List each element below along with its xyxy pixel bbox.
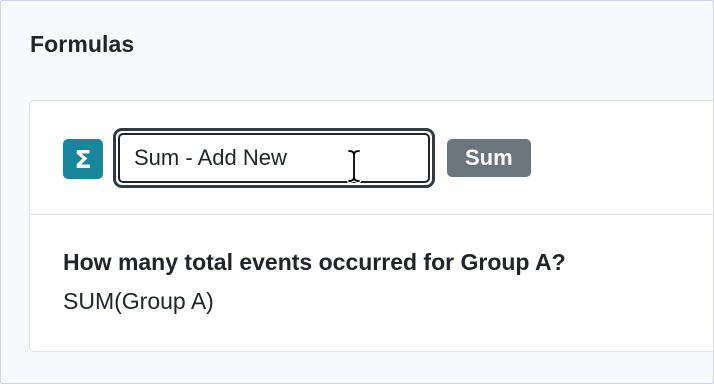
sigma-icon: Σ xyxy=(63,139,103,179)
formulas-panel: Formulas Σ Sum How many total events occ… xyxy=(0,0,714,384)
formula-expression: SUM(Group A) xyxy=(63,288,214,314)
formula-card-header: Σ Sum xyxy=(30,101,713,215)
formula-question: How many total events occurred for Group… xyxy=(63,249,566,275)
formula-name-input[interactable] xyxy=(118,133,430,183)
formula-card: Σ Sum How many total events occurred for… xyxy=(29,100,713,352)
formula-type-badge: Sum xyxy=(447,139,531,177)
formula-name-input-focus-ring xyxy=(113,128,435,188)
section-title: Formulas xyxy=(30,31,135,57)
